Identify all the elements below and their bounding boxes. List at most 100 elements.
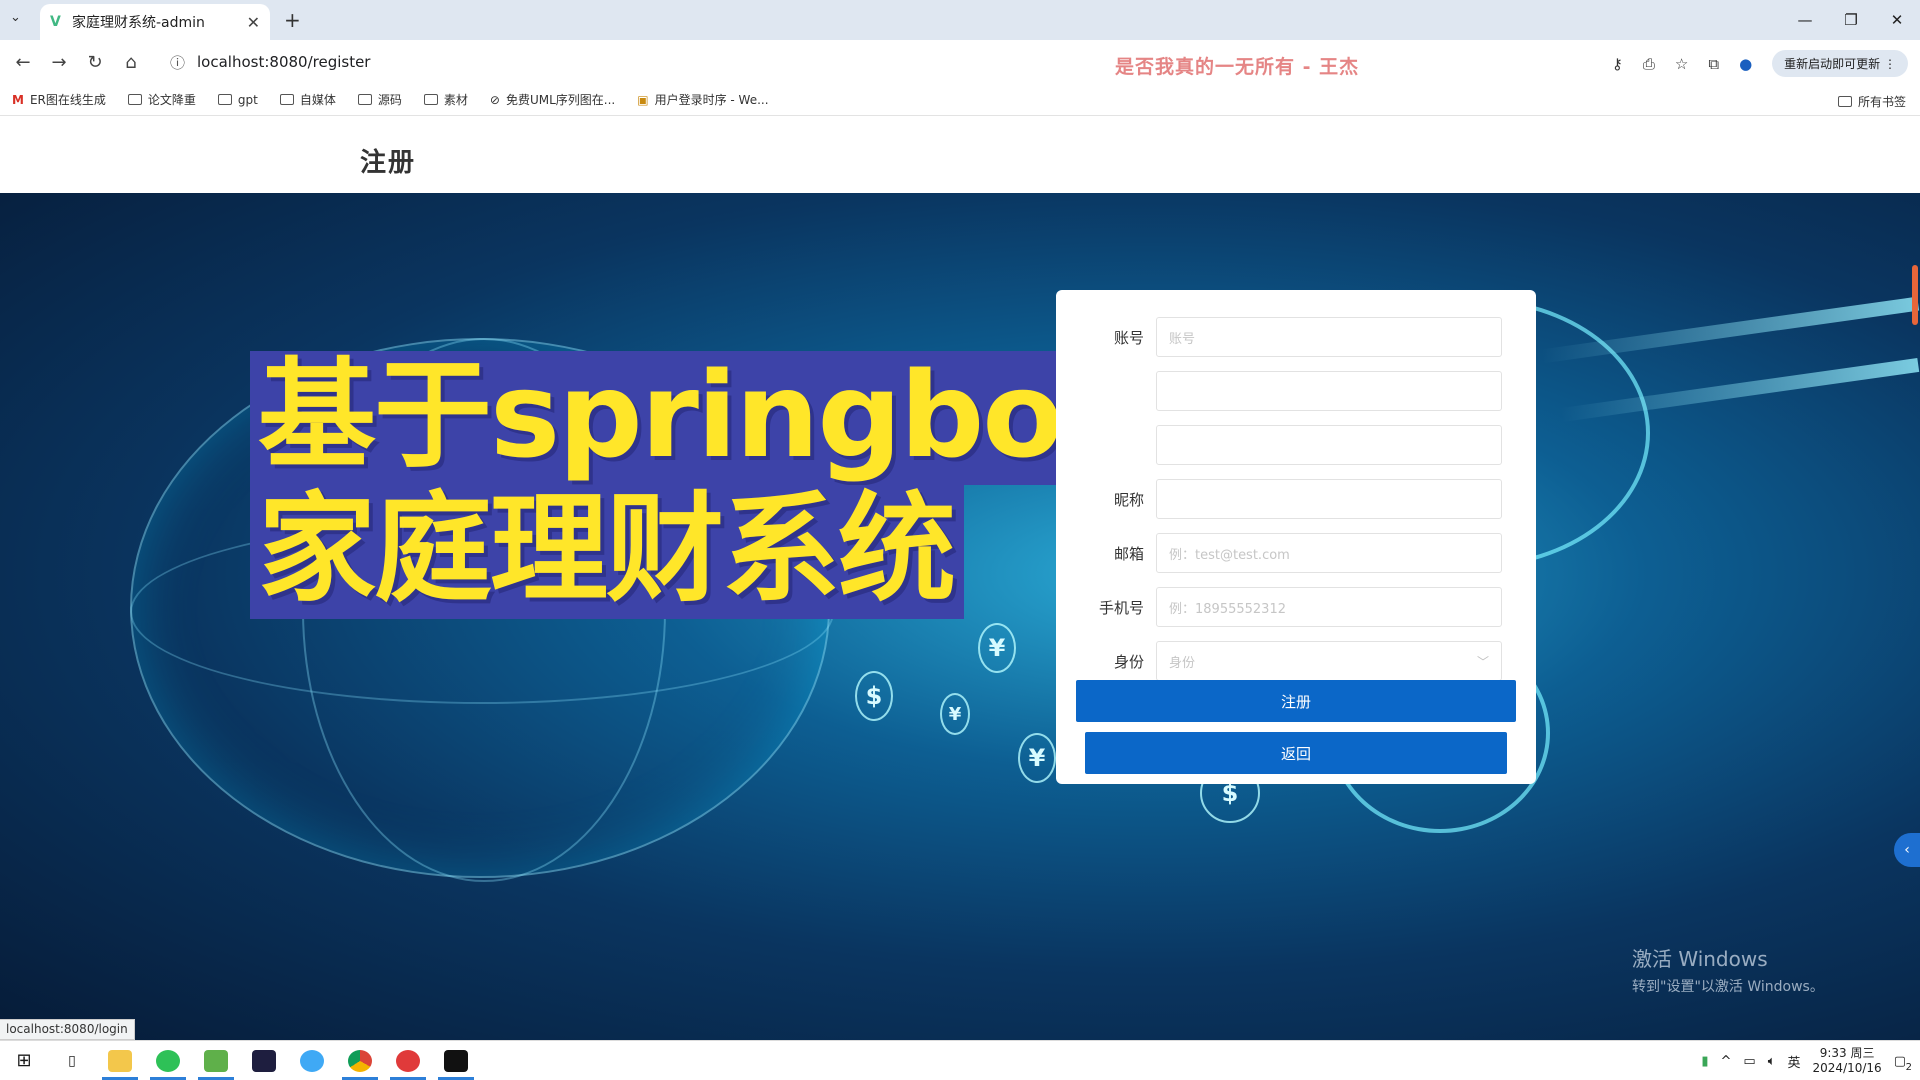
reload-button[interactable]: ↻ [86, 52, 104, 73]
password-input[interactable] [1156, 371, 1502, 411]
ime-indicator[interactable]: 英 [1788, 1052, 1801, 1071]
form-row-nickname: 昵称 [1076, 472, 1502, 526]
tab-close-icon[interactable]: ✕ [247, 13, 260, 32]
minimize-button[interactable]: — [1782, 0, 1828, 40]
bookmark-folder[interactable]: 素材 [423, 91, 468, 108]
email-input[interactable]: 例：test@test.com [1156, 533, 1502, 573]
bookmark-label: ER图在线生成 [29, 93, 106, 107]
extensions-icon[interactable]: ⧉ [1708, 55, 1719, 73]
side-collapse-handle[interactable]: ‹ [1894, 833, 1920, 867]
register-form-panel: 账号 账号 昵称 邮箱 例：test@test.com 手机号 例：189555… [1056, 290, 1536, 784]
bookmark-label: 源码 [377, 93, 402, 107]
all-bookmarks[interactable]: 所有书签 [1837, 93, 1906, 110]
taskbar-app[interactable] [240, 1041, 288, 1080]
task-view-button[interactable]: ▯ [48, 1041, 96, 1080]
account-label: 账号 [1113, 328, 1144, 347]
tab-search-button[interactable]: ⌄ [10, 10, 21, 25]
role-select[interactable]: 身份 ﹀ [1156, 641, 1502, 681]
battery-icon[interactable]: ▮ [1701, 1054, 1708, 1069]
tray-expand-icon[interactable]: ^ [1721, 1054, 1732, 1069]
notification-count: 2 [1905, 1061, 1912, 1073]
forward-button[interactable]: → [50, 52, 68, 73]
volume-icon[interactable]: 🔈︎ [1768, 1054, 1776, 1069]
bookmark-item[interactable]: ▣ 用户登录时序 - We... [637, 91, 768, 108]
browser-tab-bar: ⌄ V 家庭理财系统-admin ✕ + — ❐ ✕ [0, 0, 1920, 40]
role-label: 身份 [1113, 652, 1144, 671]
page-title: 注册 [360, 148, 417, 178]
browser-tab[interactable]: V 家庭理财系统-admin ✕ [40, 4, 270, 40]
phone-label: 手机号 [1098, 598, 1144, 617]
folder-icon [1837, 96, 1852, 107]
bookmark-label: 素材 [443, 93, 468, 107]
bookmark-label: 免费UML序列图在... [505, 93, 616, 107]
taskbar-app[interactable] [144, 1041, 192, 1080]
taskbar-app[interactable] [432, 1041, 480, 1080]
overlay-title-line2: 家庭理财系统 [250, 485, 965, 619]
back-button[interactable]: ← [14, 52, 32, 73]
taskbar-app[interactable] [288, 1041, 336, 1080]
bookmark-label: 自媒体 [299, 93, 336, 107]
nickname-label: 昵称 [1113, 490, 1144, 509]
windows-activation-watermark: 激活 Windows 转到"设置"以激活 Windows。 [1632, 943, 1824, 996]
start-button[interactable]: ⊞ [0, 1050, 48, 1071]
netease-music-icon [396, 1049, 420, 1072]
clock-date: 2024/10/16 [1812, 1061, 1882, 1075]
url-text: localhost:8080/register [197, 53, 371, 71]
restore-button[interactable]: ❐ [1828, 0, 1874, 40]
folder-icon [423, 94, 438, 105]
bookmark-folder[interactable]: gpt [217, 93, 258, 107]
close-window-button[interactable]: ✕ [1874, 0, 1920, 40]
all-bookmarks-label: 所有书签 [1857, 95, 1906, 109]
tab-title: 家庭理财系统-admin [72, 15, 205, 31]
toolbar-actions: ⚷ ⎙ ☆ ⧉ ● 重新启动即可更新 ⋮ [1612, 50, 1908, 77]
desktop-lyric: 是否我真的一无所有 - 王杰 [1115, 56, 1360, 78]
form-row-password [1076, 364, 1502, 418]
bookmark-item[interactable]: M ER图在线生成 [12, 91, 106, 108]
install-app-icon[interactable]: ⎙ [1643, 55, 1655, 73]
home-button[interactable]: ⌂ [122, 52, 140, 73]
bookmark-star-icon[interactable]: ☆ [1675, 55, 1688, 73]
bookmark-item[interactable]: ⊘ 免费UML序列图在... [490, 91, 615, 108]
clock[interactable]: 9:33 周三 2024/10/16 [1813, 1046, 1882, 1076]
update-button[interactable]: 重新启动即可更新 ⋮ [1772, 50, 1908, 77]
hero-background: $ ¥ ¥ ¥ $ 基于springboot的 家庭理财系统 ‹ 激活 Wind… [0, 193, 1920, 1040]
taskbar-app[interactable] [336, 1041, 384, 1080]
file-explorer-icon [108, 1049, 132, 1072]
network-icon[interactable]: ▭ [1743, 1054, 1755, 1069]
folder-icon [127, 94, 142, 105]
password-key-icon[interactable]: ⚷ [1612, 55, 1623, 73]
folder-icon [217, 94, 232, 105]
new-tab-button[interactable]: + [284, 8, 301, 32]
dollar-coin-icon: $ [855, 671, 893, 721]
watermark-line1: 激活 Windows [1632, 947, 1768, 971]
terminal-icon [444, 1049, 468, 1072]
chrome-icon [348, 1049, 372, 1072]
clock-time: 9:33 周三 [1819, 1046, 1875, 1060]
role-select-placeholder: 身份 [1169, 655, 1196, 671]
scroll-indicator[interactable] [1912, 265, 1918, 325]
yen-coin-icon: ¥ [978, 623, 1016, 673]
notification-center-button[interactable]: ▢ 2 [1894, 1054, 1912, 1073]
bookmark-folder[interactable]: 自媒体 [279, 91, 336, 108]
account-input[interactable]: 账号 [1156, 317, 1502, 357]
form-row-confirm-password [1076, 418, 1502, 472]
profile-icon[interactable]: ● [1739, 55, 1752, 73]
nickname-input[interactable] [1156, 479, 1502, 519]
confirm-password-input[interactable] [1156, 425, 1502, 465]
system-tray: ▮ ^ ▭ 🔈︎ 英 9:33 周三 2024/10/16 ▢ 2 [1701, 1041, 1920, 1080]
site-info-icon[interactable]: ⓘ [170, 52, 185, 73]
taskbar-app[interactable] [192, 1041, 240, 1080]
back-button[interactable]: 返回 [1085, 732, 1507, 774]
yen-coin-icon: ¥ [940, 693, 970, 735]
url-field[interactable]: ⓘ localhost:8080/register [170, 52, 370, 73]
form-row-phone: 手机号 例：18955552312 [1076, 580, 1502, 634]
bookmark-folder[interactable]: 论文降重 [127, 91, 196, 108]
bookmark-folder[interactable]: 源码 [357, 91, 402, 108]
m-logo-icon: M [12, 92, 24, 107]
register-button[interactable]: 注册 [1076, 680, 1516, 722]
phone-input[interactable]: 例：18955552312 [1156, 587, 1502, 627]
taskbar-app[interactable] [384, 1041, 432, 1080]
bookmarks-bar: M ER图在线生成 论文降重 gpt 自媒体 源码 素材 ⊘ 免费UML序列图在..… [0, 84, 1920, 116]
taskbar-app[interactable] [96, 1041, 144, 1080]
wechat-icon [156, 1049, 180, 1072]
